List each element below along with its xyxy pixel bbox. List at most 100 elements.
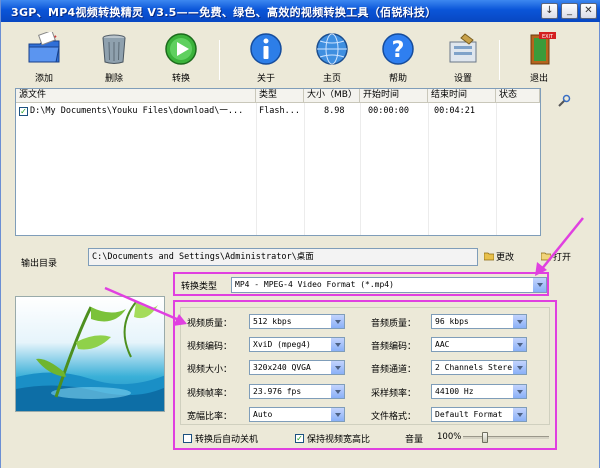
- home-button[interactable]: 主页: [307, 32, 357, 84]
- video-fps-select[interactable]: 23.976 fps: [249, 384, 345, 399]
- video-fps-value: 23.976 fps: [253, 387, 302, 396]
- sample-rate-label: 采样频率：: [371, 389, 417, 399]
- chevron-down-icon[interactable]: [330, 338, 344, 351]
- exit-label: 退出: [529, 74, 548, 84]
- cell-status: [499, 105, 539, 118]
- table-row[interactable]: ✓ D:\My Documents\Youku Files\download\一…: [16, 105, 540, 118]
- col-source[interactable]: 源文件: [16, 89, 256, 103]
- auto-shutdown-label: 转换后自动关机: [195, 435, 259, 445]
- video-size-select[interactable]: 320x240 QVGA: [249, 360, 345, 375]
- column-divider: [360, 103, 361, 235]
- add-folder-icon: [28, 29, 60, 63]
- convert-type-select[interactable]: MP4 - MPEG-4 Video Format (*.mp4): [231, 277, 547, 293]
- volume-slider-thumb[interactable]: [481, 432, 488, 443]
- keep-ratio-checkbox[interactable]: ✓: [295, 434, 304, 443]
- auto-shutdown-checkbox[interactable]: [183, 434, 192, 443]
- settings-button[interactable]: 设置: [438, 32, 488, 84]
- help-label: 帮助: [388, 74, 407, 84]
- video-fps-label: 视频帧率：: [187, 389, 233, 399]
- settings-icon: [449, 33, 477, 63]
- audio-quality-label: 音频质量：: [371, 319, 417, 329]
- chevron-down-icon[interactable]: [532, 278, 546, 292]
- chevron-down-icon[interactable]: [512, 385, 526, 398]
- keep-ratio-label: 保持视频宽高比: [307, 435, 371, 445]
- chevron-down-icon[interactable]: [512, 361, 526, 374]
- folder-icon: [484, 252, 494, 261]
- sample-rate-select[interactable]: 44100 Hz: [431, 384, 527, 399]
- exit-button[interactable]: EXIT 退出: [514, 32, 564, 84]
- col-size[interactable]: 大小（MB）: [304, 89, 360, 103]
- restore-button[interactable]: ↓: [541, 3, 558, 19]
- trash-icon: [102, 34, 126, 64]
- convert-button[interactable]: 转换: [156, 32, 206, 84]
- video-quality-select[interactable]: 512 kbps: [249, 314, 345, 329]
- output-dir-label: 输出目录: [21, 259, 58, 269]
- minimize-icon: _: [567, 5, 572, 16]
- aspect-select[interactable]: Auto: [249, 407, 345, 422]
- col-start[interactable]: 开始时间: [360, 89, 428, 103]
- convert-type-value: MP4 - MPEG-4 Video Format (*.mp4): [235, 280, 394, 289]
- about-button[interactable]: 关于: [241, 32, 291, 84]
- app-window: 3GP、MP4视频转换精灵 V3.5——免费、绿色、高效的视频转换工具（佰锐科技…: [0, 0, 600, 468]
- minimize-button[interactable]: _: [561, 3, 578, 19]
- chevron-down-icon[interactable]: [512, 315, 526, 328]
- output-dir-field[interactable]: C:\Documents and Settings\Administrator\…: [88, 248, 478, 266]
- audio-codec-select[interactable]: AAC: [431, 337, 527, 352]
- volume-value: 100%: [437, 432, 462, 442]
- audio-quality-select[interactable]: 96 kbps: [431, 314, 527, 329]
- chevron-down-icon[interactable]: [512, 408, 526, 421]
- row-checkbox[interactable]: ✓: [19, 107, 28, 116]
- column-divider: [428, 103, 429, 235]
- settings-label: 设置: [453, 74, 472, 84]
- chevron-down-icon[interactable]: [330, 408, 344, 421]
- col-type[interactable]: 类型: [256, 89, 304, 103]
- open-dir-button[interactable]: 打开: [541, 250, 571, 263]
- volume-slider[interactable]: [463, 436, 549, 439]
- cell-start: 00:00:00: [368, 106, 409, 116]
- chevron-down-icon[interactable]: [512, 338, 526, 351]
- column-divider: [256, 103, 257, 235]
- volume-label: 音量: [405, 435, 424, 445]
- toolbar-separator: [499, 40, 500, 80]
- change-dir-button[interactable]: 更改: [484, 250, 514, 263]
- column-divider: [496, 103, 497, 235]
- delete-label: 删除: [104, 74, 123, 84]
- close-button[interactable]: ✕: [580, 3, 597, 19]
- video-codec-select[interactable]: XviD (mpeg4): [249, 337, 345, 352]
- video-preview: [15, 296, 165, 412]
- globe-icon: [316, 33, 348, 65]
- add-button[interactable]: 添加: [19, 29, 69, 84]
- file-format-select[interactable]: Default Format: [431, 407, 527, 422]
- convert-type-group: 转换类型 MP4 - MPEG-4 Video Format (*.mp4): [173, 272, 549, 296]
- chevron-down-icon[interactable]: [330, 315, 344, 328]
- help-icon: ?: [382, 33, 414, 65]
- video-quality-label: 视频质量：: [187, 319, 233, 329]
- video-size-label: 视频大小：: [187, 365, 233, 375]
- restore-icon: ↓: [545, 5, 554, 16]
- delete-button[interactable]: 删除: [89, 32, 139, 84]
- svg-text:EXIT: EXIT: [542, 34, 554, 40]
- convert-type-label: 转换类型: [181, 282, 218, 292]
- file-list-header: 源文件 类型 大小（MB） 开始时间 结束时间 状态: [16, 89, 540, 103]
- video-quality-value: 512 kbps: [253, 317, 292, 326]
- title-bar[interactable]: 3GP、MP4视频转换精灵 V3.5——免费、绿色、高效的视频转换工具（佰锐科技…: [1, 0, 600, 22]
- close-icon: ✕: [584, 5, 593, 16]
- play-icon: [165, 33, 197, 65]
- chevron-down-icon[interactable]: [330, 361, 344, 374]
- audio-quality-value: 96 kbps: [435, 317, 469, 326]
- chevron-down-icon[interactable]: [330, 385, 344, 398]
- col-status[interactable]: 状态: [496, 89, 540, 103]
- file-list[interactable]: 源文件 类型 大小（MB） 开始时间 结束时间 状态 ✓ D:\My Docum…: [15, 88, 541, 236]
- col-end[interactable]: 结束时间: [428, 89, 496, 103]
- audio-channel-select[interactable]: 2 Channels Stereo: [431, 360, 527, 375]
- column-divider: [304, 103, 305, 235]
- add-label: 添加: [34, 74, 53, 84]
- info-icon: [250, 33, 282, 65]
- aspect-value: Auto: [253, 410, 273, 419]
- help-button[interactable]: ? 帮助: [373, 32, 423, 84]
- change-dir-label: 更改: [496, 253, 515, 263]
- preview-image: [16, 301, 164, 411]
- toolbar: 添加 删除 转换 关于 主页 ? 帮助 设置 EXIT 退出: [1, 22, 599, 84]
- window-title: 3GP、MP4视频转换精灵 V3.5——免费、绿色、高效的视频转换工具（佰锐科技…: [11, 6, 437, 19]
- tools-icon[interactable]: [557, 94, 571, 108]
